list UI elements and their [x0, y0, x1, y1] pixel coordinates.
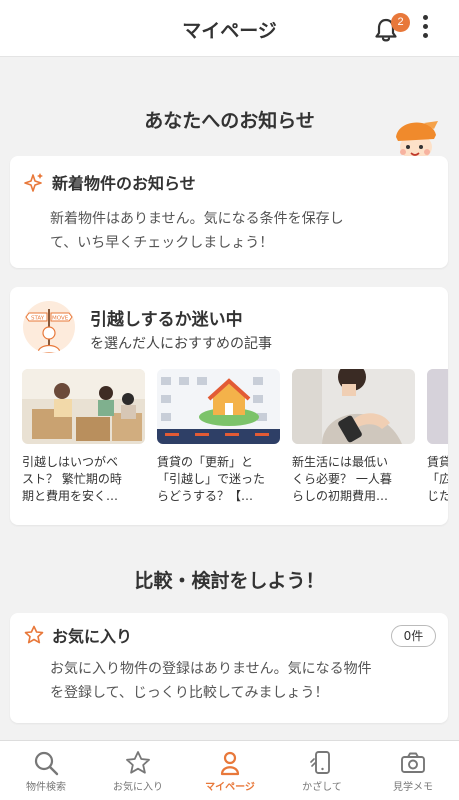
article-thumbnail [427, 369, 448, 444]
svg-text:STAY: STAY [31, 316, 45, 322]
tab-my-page[interactable]: マイページ [184, 741, 276, 800]
star-icon [126, 751, 150, 774]
star-icon [24, 625, 44, 644]
app-header: マイページ 2 [0, 0, 459, 57]
article-title: 引越しはいつがベ スト？ 繁忙期の時 期と費用を安く… [22, 455, 122, 503]
favorites-title: お気に入り [52, 627, 133, 646]
article-card[interactable]: 引越しはいつがベ スト？ 繁忙期の時 期と費用を安く… [22, 369, 145, 505]
article-thumbnail [157, 369, 280, 444]
article-carousel[interactable]: 引越しはいつがベ スト？ 繁忙期の時 期と費用を安く… 賃貸の「更新」と 「引越… [22, 369, 448, 519]
bottom-tab-bar: 物件検索 お気に入り マイページ かざして 見学メモ [0, 740, 459, 800]
tab-viewing-memo[interactable]: 見学メモ [367, 741, 459, 800]
new-listing-message: 新着物件はありません。気になる条件を保存し て、いち早くチェックしましょう！ [50, 211, 344, 251]
article-title: 新生活には最低い くら必要？ 一人暮 らしの初期費用… [292, 455, 392, 503]
person-icon [220, 751, 240, 776]
compare-section-title: 比較・検討をしよう！ [134, 570, 325, 592]
search-icon [34, 751, 59, 776]
favorites-card[interactable]: お気に入り 0件 お気に入り物件の登録はありません。気になる物件 を登録して、じ… [10, 613, 448, 723]
new-listing-title: 新着物件のお知らせ [52, 174, 196, 193]
phone-scan-icon [310, 751, 330, 774]
tab-scan[interactable]: かざして [276, 741, 368, 800]
favorites-count-badge: 0件 [391, 625, 436, 647]
article-thumbnail [292, 369, 415, 444]
recommended-articles-card: STAY MOVE 引越しするか迷い中 を選んだ人におすすめの記事 引越しはいつ… [10, 287, 448, 525]
tab-favorites[interactable]: お気に入り [92, 741, 184, 800]
article-title: 賃貸の「更新」と 「引越し」で迷った らどうする？【… [157, 455, 266, 503]
article-card[interactable]: 新生活には最低い くら必要？ 一人暮 らしの初期費用… [292, 369, 415, 505]
sparkle-icon [24, 173, 43, 192]
more-menu-icon[interactable] [418, 15, 432, 43]
camera-icon [401, 752, 425, 773]
consult-subtitle: を選んだ人におすすめの記事 [90, 336, 272, 352]
new-listing-card[interactable]: 新着物件のお知らせ 新着物件はありません。気になる条件を保存し て、いち早くチェ… [10, 156, 448, 268]
svg-text:MOVE: MOVE [52, 316, 69, 322]
article-thumbnail [22, 369, 145, 444]
tab-property-search[interactable]: 物件検索 [0, 741, 92, 800]
article-card[interactable]: 賃貸の「更新」と 「引越し」で迷った らどうする？【… [157, 369, 280, 505]
favorites-message: お気に入り物件の登録はありません。気になる物件 を登録して、じっくり比較してみま… [50, 661, 372, 701]
consult-title: 引越しするか迷い中 [90, 310, 243, 330]
article-card[interactable]: 賃貸 「広 じた [427, 369, 448, 505]
thinking-person-icon: STAY MOVE [23, 301, 75, 353]
article-title: 賃貸 「広 じた [427, 455, 448, 503]
notification-badge: 2 [391, 13, 410, 32]
